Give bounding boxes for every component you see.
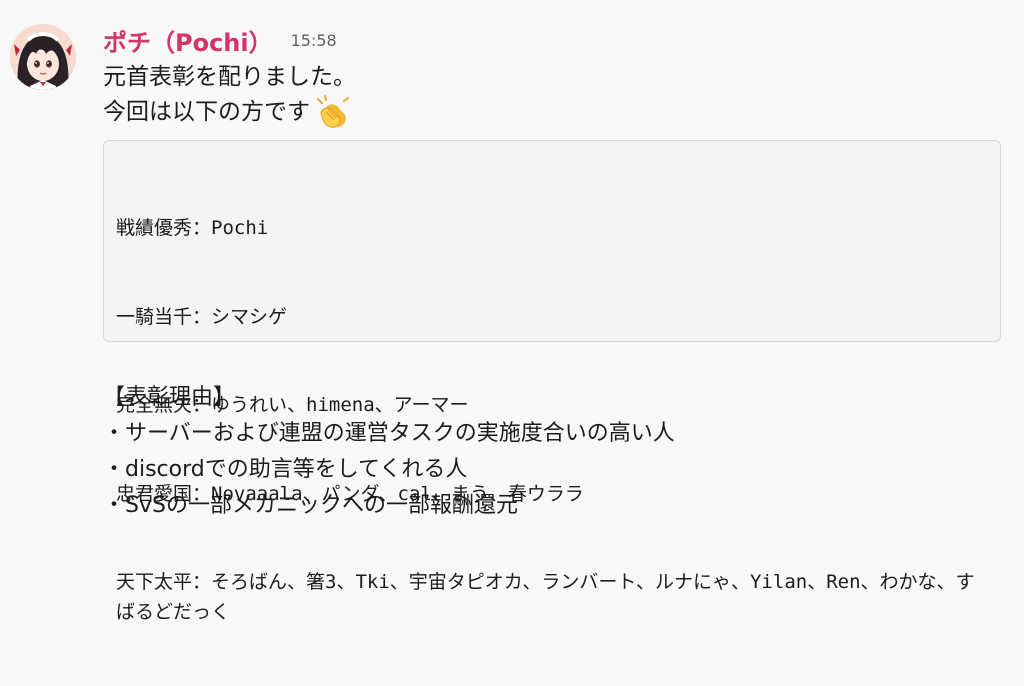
message-header: ポチ（Pochi） 15:58 [103,23,337,58]
avatar[interactable] [10,24,76,90]
code-line: 一騎当千：シマシゲ [116,305,288,328]
avatar-image [10,24,76,90]
reasons-section: 【表彰理由】 ・サーバーおよび連盟の運営タスクの実施度合いの高い人 ・disco… [103,380,675,524]
message-text-line: 今回は以下の方です [103,95,350,129]
code-line: 戦績優秀：Pochi [116,217,269,239]
code-line: 天下太平：そろばん、箸3、Tki、宇宙タピオカ、ランバート、ルナにゃ、Yilan… [116,571,975,623]
reason-item: ・discordでの助言等をしてくれる人 [103,457,468,482]
reasons-title: 【表彰理由】 [103,385,236,410]
message-text-line: 元首表彰を配りました。 [103,64,356,90]
code-block: 戦績優秀：Pochi 一騎当千：シマシゲ 完全無欠：ゆうれい、himena、アー… [103,140,1001,623]
timestamp[interactable]: 15:58 [291,31,337,50]
reason-item: ・サーバーおよび連盟の運営タスクの実施度合いの高い人 [103,421,675,446]
chat-message: ポチ（Pochi） 15:58 元首表彰を配りました。 今回は以下の方です 戦績… [0,0,1024,623]
clapping-hands-icon [316,95,350,129]
reason-item: ・SvSの一部メカニックへの一部報酬還元 [103,493,518,518]
message-text: 今回は以下の方です [103,99,310,125]
author-name[interactable]: ポチ（Pochi） [103,23,273,58]
